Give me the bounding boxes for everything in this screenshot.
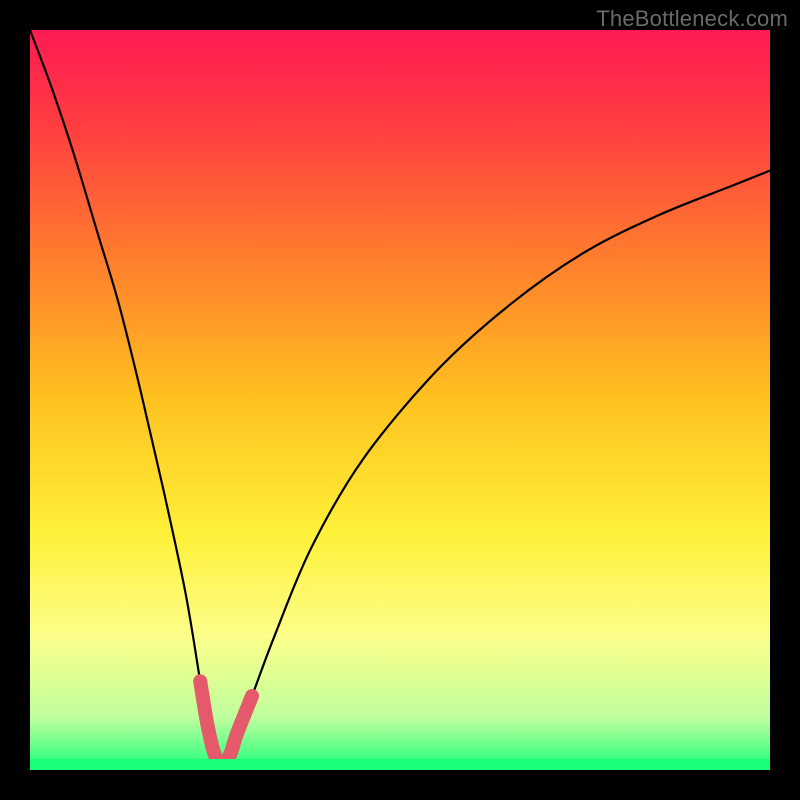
chart-frame: TheBottleneck.com <box>0 0 800 800</box>
watermark-text: TheBottleneck.com <box>596 6 788 32</box>
green-baseline-strip <box>30 759 770 770</box>
bottleneck-curve <box>30 30 770 770</box>
plot-area <box>30 30 770 770</box>
